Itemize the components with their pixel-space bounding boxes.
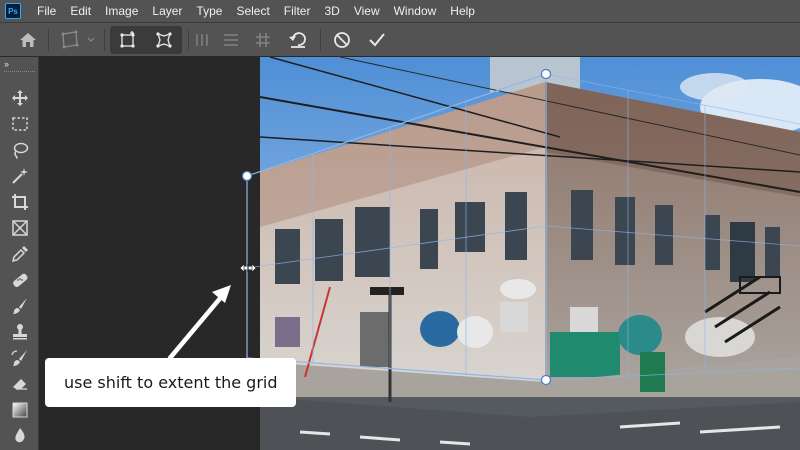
- separator: [188, 29, 189, 51]
- menu-image[interactable]: Image: [98, 0, 145, 22]
- menu-window[interactable]: Window: [387, 0, 444, 22]
- instruction-callout: use shift to extent the grid: [45, 358, 296, 407]
- blur-tool-icon[interactable]: [8, 424, 32, 448]
- healing-brush-tool-icon[interactable]: [8, 268, 32, 292]
- separator: [104, 29, 105, 51]
- eyedropper-tool-icon[interactable]: [8, 242, 32, 266]
- menu-type[interactable]: Type: [189, 0, 229, 22]
- document-image[interactable]: [260, 57, 800, 450]
- commit-icon[interactable]: [364, 27, 390, 53]
- eraser-tool-icon[interactable]: [8, 372, 32, 396]
- menu-view[interactable]: View: [347, 0, 387, 22]
- menu-edit[interactable]: Edit: [63, 0, 98, 22]
- tools-panel: »: [0, 57, 39, 450]
- move-tool-icon[interactable]: [8, 86, 32, 110]
- options-bar: [0, 22, 800, 57]
- clone-stamp-tool-icon[interactable]: [8, 320, 32, 344]
- menu-select[interactable]: Select: [229, 0, 276, 22]
- lasso-tool-icon[interactable]: [8, 138, 32, 162]
- auto-level-horizontal-icon[interactable]: [220, 27, 242, 53]
- menu-help[interactable]: Help: [443, 0, 482, 22]
- magic-wand-tool-icon[interactable]: [8, 164, 32, 188]
- crop-tool-icon[interactable]: [8, 190, 32, 214]
- reset-icon[interactable]: [285, 27, 311, 53]
- menu-3d[interactable]: 3D: [317, 0, 346, 22]
- home-icon[interactable]: [14, 27, 42, 53]
- auto-straighten-vertical-icon[interactable]: [192, 27, 212, 53]
- separator: [320, 29, 321, 51]
- separator: [48, 29, 49, 51]
- layout-mode-icon[interactable]: [114, 27, 142, 53]
- menu-layer[interactable]: Layer: [145, 0, 189, 22]
- cancel-icon[interactable]: [329, 27, 355, 53]
- menu-file[interactable]: File: [30, 0, 63, 22]
- auto-straighten-both-icon[interactable]: [252, 27, 274, 53]
- history-brush-tool-icon[interactable]: [8, 346, 32, 370]
- marquee-tool-icon[interactable]: [8, 112, 32, 136]
- menu-bar: Ps File Edit Image Layer Type Select Fil…: [0, 0, 800, 22]
- panel-grip[interactable]: [4, 71, 35, 73]
- brush-tool-icon[interactable]: [8, 294, 32, 318]
- gradient-tool-icon[interactable]: [8, 398, 32, 422]
- collapse-panel-icon[interactable]: »: [4, 59, 9, 69]
- warp-mode-icon[interactable]: [150, 27, 178, 53]
- perspective-warp-dropdown-icon[interactable]: [58, 27, 98, 53]
- frame-tool-icon[interactable]: [8, 216, 32, 240]
- menu-filter[interactable]: Filter: [277, 0, 318, 22]
- photoshop-logo-icon[interactable]: Ps: [5, 3, 21, 19]
- instruction-text: use shift to extent the grid: [64, 373, 278, 392]
